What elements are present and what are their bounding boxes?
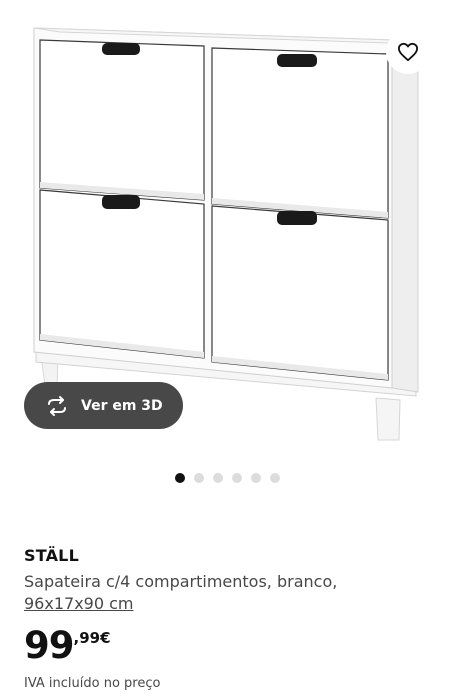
product-description: Sapateira c/4 compartimentos, branco, 96… [24,571,434,615]
heart-icon [397,42,418,62]
product-price: 99 ,99€ [24,624,111,668]
price-integer: 99 [24,624,74,667]
wishlist-button[interactable] [386,30,430,74]
price-decimal: ,99€ [73,629,111,647]
product-description-text: Sapateira c/4 compartimentos, branco, [24,572,338,591]
carousel-pagination [0,472,455,484]
carousel-dot[interactable] [270,473,280,483]
carousel-dot[interactable] [251,473,261,483]
vat-note: IVA incluído no preço [24,676,161,691]
carousel-dot[interactable] [175,473,185,483]
view-in-3d-label: Ver em 3D [81,397,163,414]
view-in-3d-button[interactable]: Ver em 3D [24,382,183,429]
carousel-dot[interactable] [232,473,242,483]
carousel-dot[interactable] [213,473,223,483]
product-name: STÄLL [24,546,79,565]
carousel-dot[interactable] [194,473,204,483]
rotate-3d-icon [45,394,69,418]
product-image-gallery[interactable]: Ver em 3D [0,0,455,452]
product-measurements-link[interactable]: 96x17x90 cm [24,594,133,613]
